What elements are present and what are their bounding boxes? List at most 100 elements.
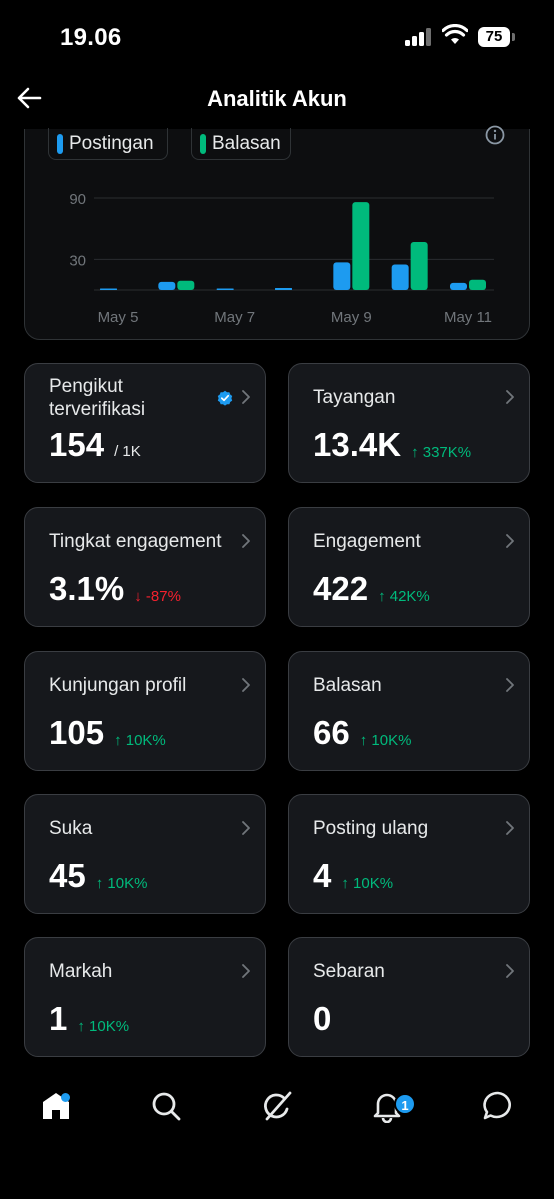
nav-home[interactable]: [30, 1080, 82, 1132]
stat-change: ↑ 10K%: [95, 875, 148, 892]
stat-value: 4: [313, 857, 331, 895]
stat-card-sebaran[interactable]: Sebaran 0: [288, 937, 530, 1057]
bar-postingan-may-10: [391, 264, 409, 290]
chevron-right-icon: [506, 390, 514, 404]
status-bar: 19.06 75: [0, 0, 554, 72]
search-icon: [152, 1092, 181, 1121]
legend-label-balasan: Balasan: [212, 132, 281, 154]
x-tick-label: May 11: [444, 309, 492, 326]
x-tick-label: May 5: [98, 309, 139, 326]
bar-postingan-may-9: [333, 262, 351, 290]
stat-value-number: 154: [49, 426, 105, 463]
info-icon[interactable]: [484, 124, 506, 146]
grok-icon: [264, 1091, 292, 1121]
chevron-right-icon: [242, 390, 250, 404]
chevron-right-icon: [242, 964, 250, 978]
stat-label: Engagement: [313, 531, 421, 552]
legend-swatch-balasan: [200, 133, 206, 154]
stat-value-number: 422: [313, 570, 369, 607]
stat-value: 154 / 1K: [49, 426, 141, 464]
stat-change: ↑ 42K%: [378, 588, 430, 605]
stat-label: Tayangan: [313, 387, 396, 408]
stat-card-posting-ulang[interactable]: Posting ulang 4 ↑ 10K%: [288, 794, 530, 914]
stat-change: ↑ 10K%: [341, 875, 394, 892]
stat-label: Tingkat engagement: [49, 531, 222, 552]
stat-value-number: 105: [49, 714, 105, 751]
bar-balasan-may-10: [410, 241, 428, 290]
stat-card-tingkat-engagement[interactable]: Tingkat engagement 3.1% ↓ -87%: [24, 507, 266, 627]
stat-label: Pengikut terverifikasi: [49, 376, 146, 420]
wifi-icon: [442, 24, 468, 44]
stat-card-engagement[interactable]: Engagement 422 ↑ 42K%: [288, 507, 530, 627]
stat-value-limit: / 1K: [114, 443, 141, 460]
stat-card-kunjungan-profil[interactable]: Kunjungan profil 105 ↑ 10K%: [24, 651, 266, 771]
status-time: 19.06: [60, 24, 122, 51]
bottom-nav: [0, 1080, 554, 1152]
nav-search[interactable]: [140, 1080, 192, 1132]
stat-value: 13.4K: [313, 426, 401, 464]
verified-badge-icon: [217, 390, 233, 406]
bar-postingan-may-7: [216, 288, 234, 290]
stat-label: Kunjungan profil: [49, 675, 187, 696]
stat-value-number: 13.4K: [313, 426, 402, 463]
stat-label: Balasan: [313, 675, 382, 696]
messages-icon: [483, 1091, 511, 1120]
chevron-right-icon: [242, 821, 250, 835]
stat-value: 105: [49, 714, 104, 752]
legend-balasan[interactable]: Balasan: [191, 128, 291, 160]
stat-change: ↑ 10K%: [359, 732, 412, 749]
nav-messages[interactable]: [472, 1080, 524, 1132]
stat-card-markah[interactable]: Markah 1 ↑ 10K%: [24, 937, 266, 1057]
stat-change: ↑ 337K%: [411, 444, 472, 461]
stat-value-number: 3.1%: [49, 570, 125, 607]
chevron-right-icon: [506, 534, 514, 548]
home-unread-dot: [61, 1093, 70, 1102]
stat-value-number: 4: [313, 857, 332, 894]
bar-postingan-may-5: [100, 288, 117, 290]
signal-icon: [405, 28, 433, 46]
chevron-right-icon: [242, 534, 250, 548]
stat-label: Suka: [49, 818, 93, 839]
stat-value-number: 0: [313, 1000, 332, 1037]
chevron-right-icon: [506, 678, 514, 692]
stat-value: 1: [49, 1000, 67, 1038]
stat-change: ↑ 10K%: [114, 732, 166, 749]
battery-level: 75: [478, 27, 510, 47]
chevron-right-icon: [242, 678, 250, 692]
stat-change: ↑ 10K%: [77, 1018, 130, 1035]
bar-postingan-may-11: [450, 282, 467, 290]
bar-postingan-may-8: [275, 287, 292, 290]
battery-nub: [512, 33, 515, 41]
y-tick-label: 90: [69, 191, 86, 208]
page-title: Analitik Akun: [207, 86, 347, 111]
chevron-right-icon: [506, 821, 514, 835]
bar-balasan-may-11: [469, 279, 486, 290]
stat-change: ↓ -87%: [134, 588, 181, 605]
legend-label-postingan: Postingan: [69, 132, 154, 154]
bar-postingan-may-6: [158, 281, 176, 290]
y-tick-label: 30: [69, 252, 86, 269]
stat-value-number: 66: [313, 714, 350, 751]
bar-balasan-may-9: [352, 202, 370, 290]
stat-label: Markah: [49, 961, 113, 982]
stat-label: Sebaran: [313, 961, 385, 982]
legend-postingan[interactable]: Postingan: [48, 128, 168, 160]
x-tick-label: May 9: [331, 309, 372, 326]
stat-card-tayangan[interactable]: Tayangan 13.4K ↑ 337K%: [288, 363, 530, 483]
stat-label: Posting ulang: [313, 818, 429, 839]
header: Analitik Akun: [0, 72, 554, 128]
stat-card-balasan[interactable]: Balasan 66 ↑ 10K%: [288, 651, 530, 771]
stat-card-suka[interactable]: Suka 45 ↑ 10K%: [24, 794, 266, 914]
notifications-badge: 1: [394, 1093, 416, 1115]
stat-value: 3.1%: [49, 570, 124, 608]
stat-value: 422: [313, 570, 368, 608]
stat-card-pengikut-terverifikasi[interactable]: Pengikut terverifikasi 154 / 1K: [24, 363, 266, 483]
stat-value: 66: [313, 714, 350, 752]
chevron-right-icon: [506, 964, 514, 978]
stat-value: 45: [49, 857, 86, 895]
stat-value: 0: [313, 1000, 331, 1038]
x-tick-label: May 7: [214, 309, 255, 326]
legend-swatch-postingan: [57, 133, 63, 154]
bar-balasan-may-6: [177, 280, 195, 290]
nav-grok[interactable]: [251, 1080, 303, 1132]
